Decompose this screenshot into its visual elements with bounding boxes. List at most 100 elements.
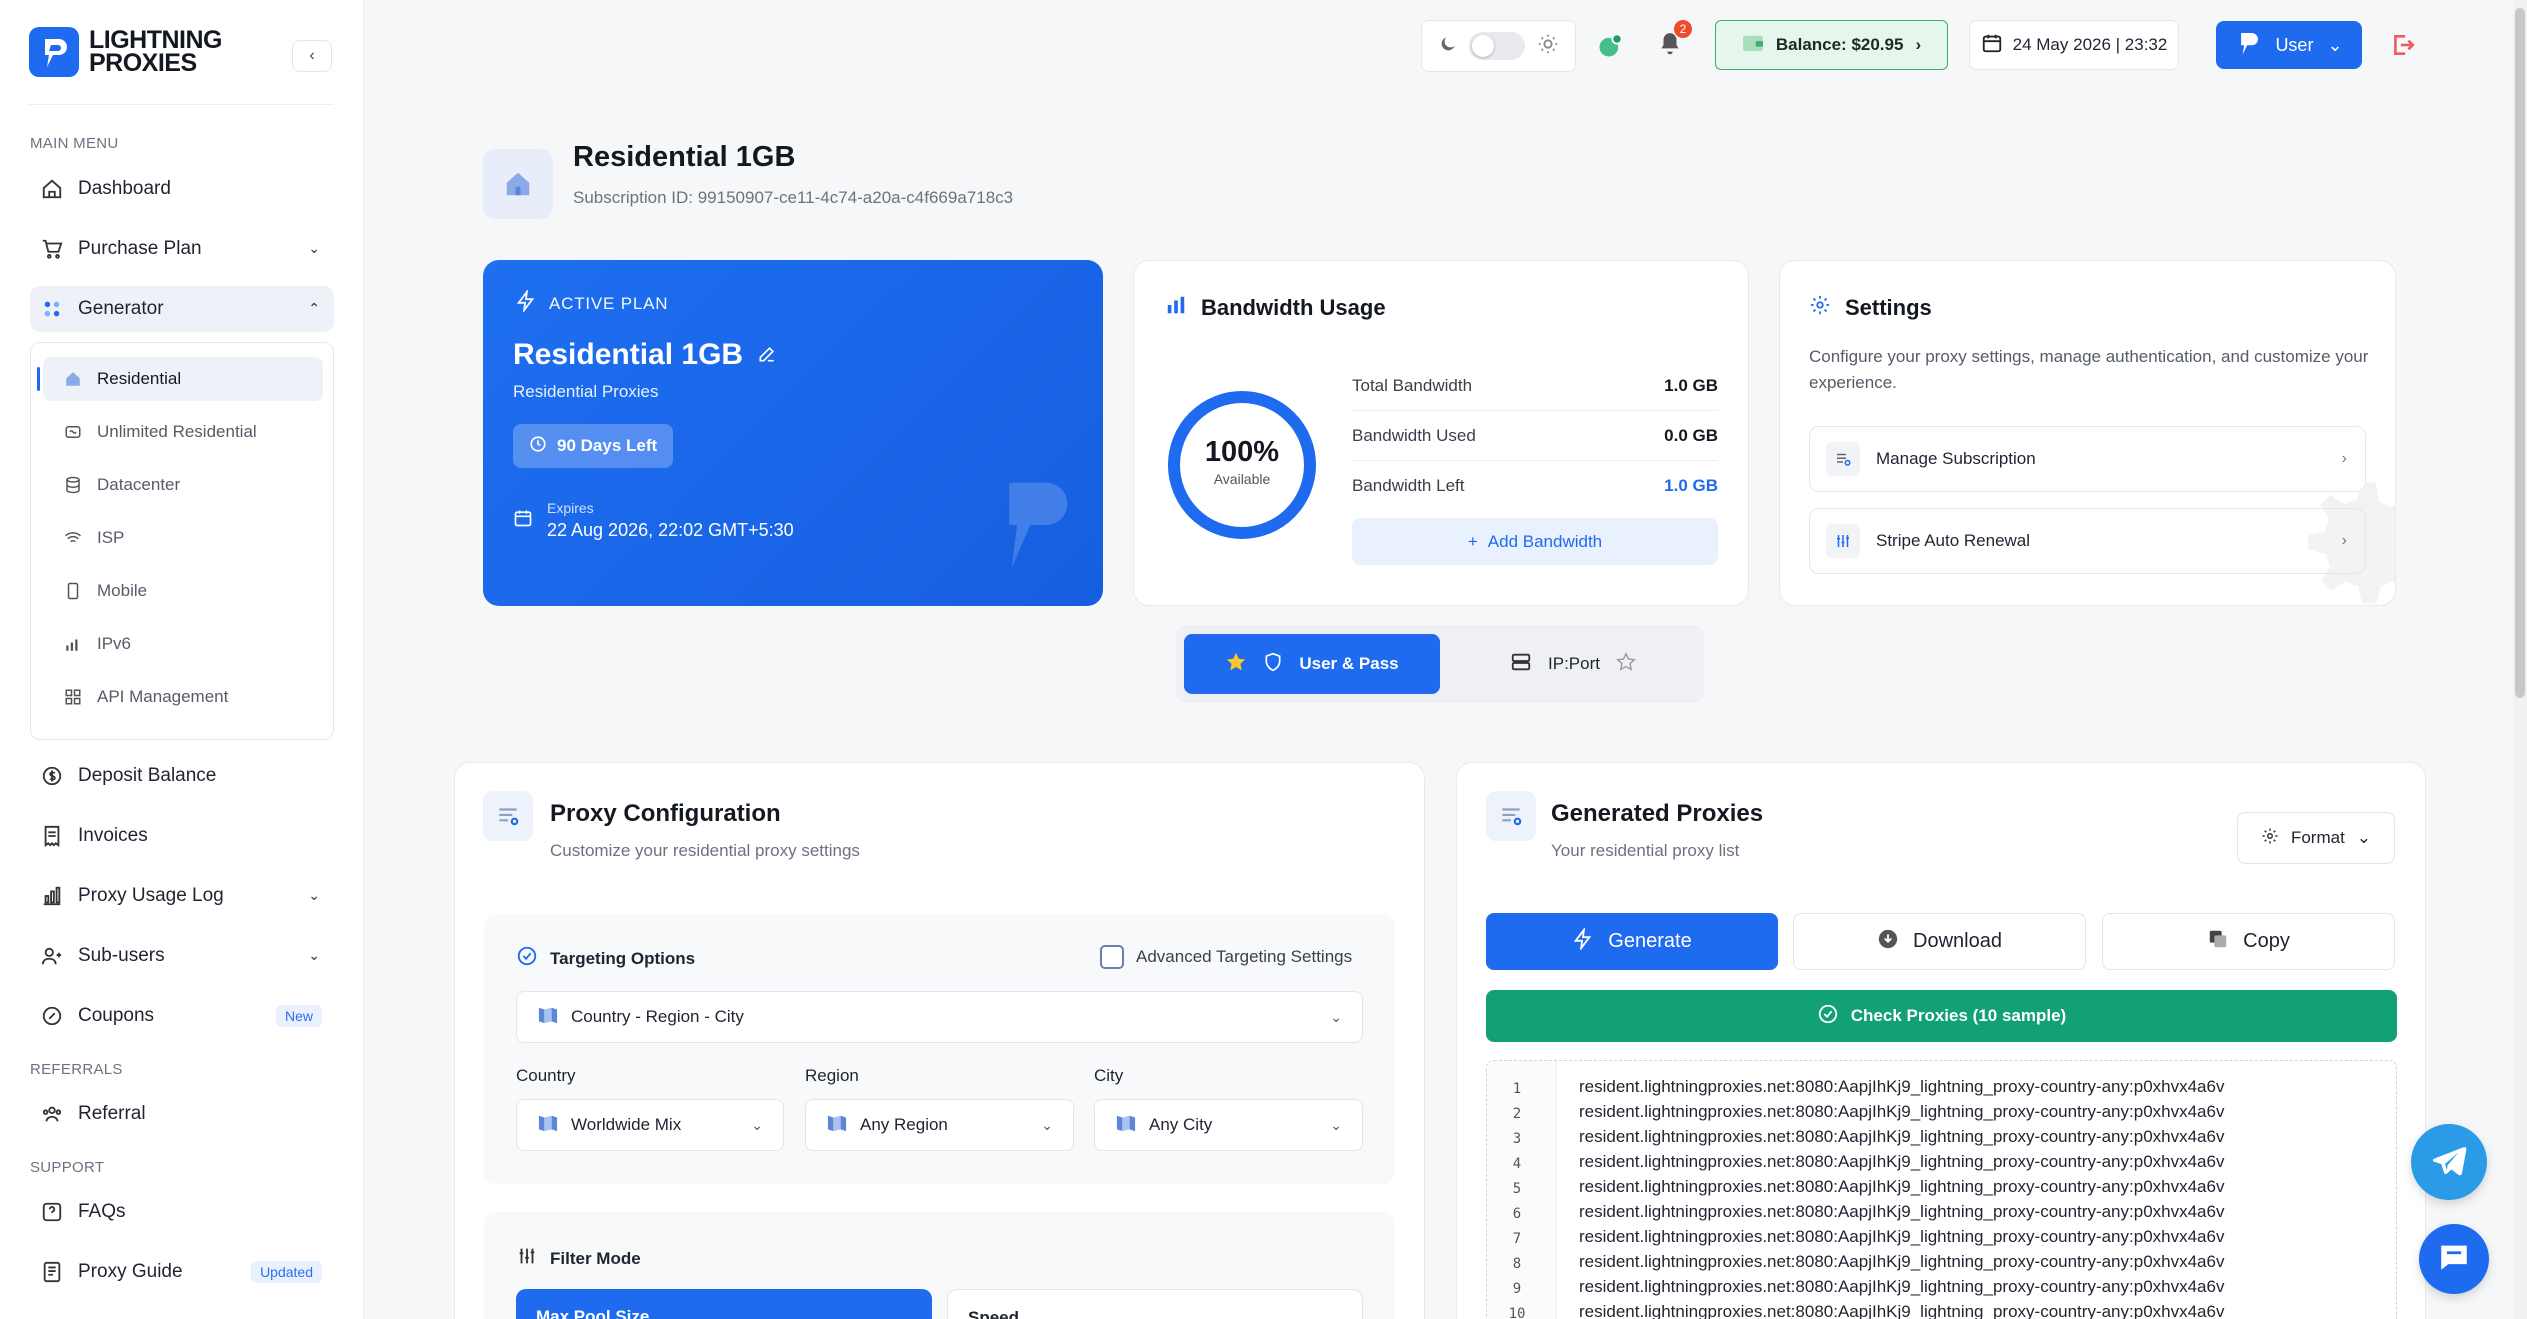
- proxy-line[interactable]: resident.lightningproxies.net:8080:AapjI…: [1579, 1277, 2224, 1297]
- tab-user-pass[interactable]: User & Pass: [1184, 634, 1440, 694]
- theme-toggle[interactable]: [1421, 20, 1576, 72]
- submenu-item-mobile[interactable]: Mobile: [43, 569, 323, 613]
- targeting-mode-select[interactable]: Country - Region - City ⌄: [516, 991, 1363, 1043]
- chat-status-icon[interactable]: [1592, 28, 1628, 64]
- star-outline-icon[interactable]: [1616, 651, 1636, 677]
- copy-button[interactable]: Copy: [2102, 913, 2395, 970]
- calendar-icon: [513, 508, 533, 533]
- logout-icon[interactable]: [2388, 30, 2418, 60]
- country-select[interactable]: Worldwide Mix ⌄: [516, 1099, 784, 1151]
- generate-button[interactable]: Generate: [1486, 913, 1778, 970]
- tab-ip-port[interactable]: IP:Port: [1448, 634, 1698, 694]
- map-icon: [537, 1005, 559, 1030]
- checkbox-box[interactable]: [1100, 945, 1124, 969]
- bandwidth-percent-label: Available: [1213, 471, 1271, 487]
- subscription-icon: [1826, 442, 1860, 476]
- region-label: Region: [805, 1066, 859, 1085]
- submenu-label: Residential: [97, 369, 182, 388]
- submenu-item-residential[interactable]: Residential: [37, 357, 323, 401]
- manage-subscription-button[interactable]: Manage Subscription ›: [1809, 426, 2366, 492]
- submenu-label: Datacenter: [97, 475, 181, 494]
- stripe-auto-renewal-button[interactable]: Stripe Auto Renewal ›: [1809, 508, 2366, 574]
- new-badge: New: [275, 1005, 322, 1027]
- sidebar-item-deposit-balance[interactable]: Deposit Balance: [30, 753, 334, 799]
- format-dropdown-button[interactable]: Format ⌄: [2237, 812, 2395, 864]
- bandwidth-row-used: Bandwidth Used 0.0 GB: [1352, 411, 1718, 461]
- add-bandwidth-button[interactable]: + Add Bandwidth: [1352, 518, 1718, 565]
- sidebar-item-label: Proxy Usage Log: [78, 885, 224, 906]
- filter-speed-button[interactable]: Speed: [947, 1289, 1363, 1319]
- check-proxies-button[interactable]: Check Proxies (10 sample): [1486, 990, 2397, 1042]
- signal-icon: [63, 634, 83, 654]
- subscription-id: Subscription ID: 99150907-ce11-4c74-a20a…: [573, 188, 1014, 207]
- days-left-text: 90 Days Left: [557, 436, 658, 455]
- line-number: 1: [1512, 1081, 1522, 1097]
- chevron-down-icon: ⌄: [1330, 1116, 1342, 1133]
- sidebar-item-label: Referral: [78, 1103, 146, 1124]
- days-left-badge: 90 Days Left: [513, 424, 674, 468]
- sidebar-item-proxy-guide[interactable]: Proxy Guide Updated: [30, 1249, 334, 1295]
- map-icon: [1115, 1113, 1137, 1138]
- balance-button[interactable]: Balance: $20.95 ›: [1715, 20, 1948, 70]
- row-label: Bandwidth Left: [1352, 476, 1465, 495]
- proxy-line[interactable]: resident.lightningproxies.net:8080:AapjI…: [1579, 1252, 2224, 1272]
- submenu-item-ipv6[interactable]: IPv6: [43, 622, 323, 666]
- format-label: Format: [2290, 828, 2345, 847]
- submenu-item-isp[interactable]: ISP: [43, 516, 323, 560]
- sidebar-item-purchase-plan[interactable]: Purchase Plan ⌄: [30, 226, 334, 272]
- proxy-line[interactable]: resident.lightningproxies.net:8080:AapjI…: [1579, 1152, 2224, 1172]
- download-button[interactable]: Download: [1793, 913, 2086, 970]
- settings-title-text: Settings: [1845, 295, 1932, 320]
- live-chat-button[interactable]: [2419, 1224, 2489, 1294]
- proxy-line[interactable]: resident.lightningproxies.net:8080:AapjI…: [1579, 1202, 2224, 1222]
- sidebar-item-dashboard[interactable]: Dashboard: [30, 166, 334, 212]
- notification-button[interactable]: 2: [1652, 20, 1692, 64]
- proxy-line[interactable]: resident.lightningproxies.net:8080:AapjI…: [1579, 1077, 2224, 1097]
- chevron-down-icon: ⌄: [2356, 828, 2372, 847]
- collapse-sidebar-button[interactable]: ‹: [292, 40, 332, 72]
- submenu-item-api-management[interactable]: API Management: [43, 675, 323, 719]
- line-number: 9: [1512, 1281, 1522, 1297]
- check-circle-icon: [1817, 1003, 1839, 1030]
- balance-text: Balance: $20.95: [1775, 35, 1904, 54]
- sliders-icon: [516, 1245, 538, 1272]
- plus-icon: +: [1467, 531, 1478, 551]
- proxy-line[interactable]: resident.lightningproxies.net:8080:AapjI…: [1579, 1177, 2224, 1197]
- chevron-down-icon: ⌄: [308, 887, 320, 903]
- scrollbar-thumb[interactable]: [2515, 8, 2525, 698]
- sidebar-item-sub-users[interactable]: Sub-users ⌄: [30, 933, 334, 979]
- city-select[interactable]: Any City ⌄: [1094, 1099, 1363, 1151]
- referral-icon: [40, 1102, 64, 1126]
- theme-switch[interactable]: [1469, 32, 1526, 60]
- region-select[interactable]: Any Region ⌄: [805, 1099, 1074, 1151]
- edit-icon[interactable]: [757, 338, 777, 372]
- users-icon: [40, 944, 64, 968]
- proxy-line[interactable]: resident.lightningproxies.net:8080:AapjI…: [1579, 1102, 2224, 1122]
- advanced-targeting-checkbox[interactable]: Advanced Targeting Settings: [1100, 945, 1352, 969]
- sidebar-item-coupons[interactable]: Coupons New: [30, 993, 334, 1039]
- proxy-line[interactable]: resident.lightningproxies.net:8080:AapjI…: [1579, 1302, 2224, 1319]
- filter-max-pool-size-button[interactable]: Max Pool Size: [516, 1289, 932, 1319]
- sidebar-item-label: Deposit Balance: [78, 765, 217, 786]
- sidebar-item-generator[interactable]: Generator ⌃: [30, 286, 334, 332]
- sidebar-item-invoices[interactable]: Invoices: [30, 813, 334, 859]
- generator-icon: [40, 297, 64, 321]
- submenu-item-unlimited-residential[interactable]: Unlimited Residential: [43, 410, 323, 454]
- filter-option-label: Speed: [968, 1308, 1020, 1319]
- submenu-item-datacenter[interactable]: Datacenter: [43, 463, 323, 507]
- proxy-list[interactable]: 1 resident.lightningproxies.net:8080:Aap…: [1486, 1060, 2397, 1319]
- chevron-down-icon: ⌄: [751, 1116, 763, 1133]
- bandwidth-title: Bandwidth Usage: [1165, 294, 1386, 322]
- residential-page-icon: [483, 149, 553, 219]
- section-main-menu: MAIN MENU: [30, 135, 119, 152]
- sidebar-item-referral[interactable]: Referral: [30, 1091, 334, 1137]
- proxy-line[interactable]: resident.lightningproxies.net:8080:AapjI…: [1579, 1227, 2224, 1247]
- telegram-button[interactable]: [2411, 1124, 2487, 1200]
- database-icon: [63, 475, 83, 495]
- user-menu-button[interactable]: User ⌄: [2216, 21, 2362, 69]
- brand-logo[interactable]: LIGHTNING PROXIES: [29, 27, 223, 77]
- sidebar-item-proxy-usage-log[interactable]: Proxy Usage Log ⌄: [30, 873, 334, 919]
- sidebar-item-faqs[interactable]: FAQs: [30, 1189, 334, 1235]
- proxy-line[interactable]: resident.lightningproxies.net:8080:AapjI…: [1579, 1127, 2224, 1147]
- user-name: User: [2275, 34, 2314, 55]
